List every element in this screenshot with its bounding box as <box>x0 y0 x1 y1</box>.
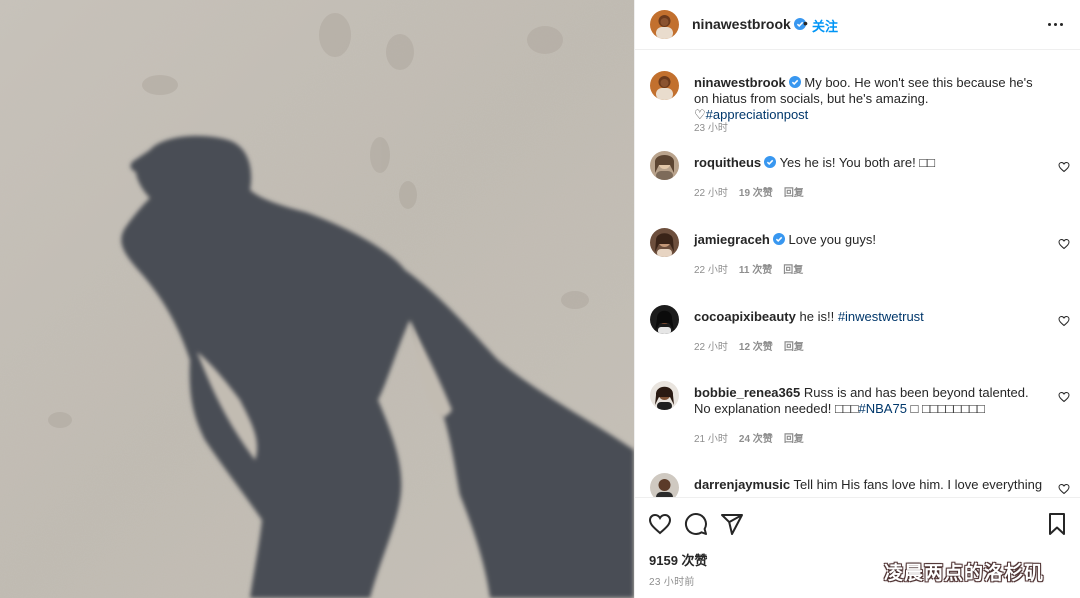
comment-message: Tell him His fans love him. I love every… <box>793 477 1043 492</box>
like-count[interactable]: 9159 次赞 <box>649 550 708 569</box>
commenter-avatar[interactable] <box>650 305 679 334</box>
reply-button[interactable]: 回复 <box>784 338 804 353</box>
author-avatar[interactable] <box>650 71 679 100</box>
author-username[interactable]: ninawestbrook <box>692 16 806 32</box>
commenter-avatar[interactable] <box>650 381 679 410</box>
reply-button[interactable]: 回复 <box>783 261 803 276</box>
comment-icon[interactable] <box>684 512 708 536</box>
commenter-avatar[interactable] <box>650 151 679 180</box>
caption-username[interactable]: ninawestbrook <box>694 75 786 90</box>
heart-icon[interactable] <box>1058 315 1070 327</box>
comment-message: Yes he is! You both are! □□ <box>779 155 936 170</box>
heart-icon[interactable] <box>648 512 672 536</box>
comment-meta: 21 小时 24 次赞 回复 <box>694 430 804 445</box>
author-avatar[interactable] <box>650 10 679 39</box>
comment-time: 21 小时 <box>694 434 728 445</box>
comment-username[interactable]: cocoapixibeauty <box>694 309 796 324</box>
comment-time: 22 小时 <box>694 342 728 353</box>
post-photo <box>0 0 634 598</box>
comment-likes[interactable]: 11 次赞 <box>739 261 772 276</box>
comment-likes[interactable]: 19 次赞 <box>739 184 773 199</box>
comment-text: darrenjaymusic Tell him His fans love hi… <box>694 477 1046 493</box>
post-sidebar: ninawestbrook • 关注 ninawestbrook My boo.… <box>634 0 1080 598</box>
more-options-icon[interactable] <box>1043 14 1067 34</box>
bookmark-icon[interactable] <box>1045 512 1069 536</box>
follow-button[interactable]: 关注 <box>812 16 838 35</box>
heart-icon[interactable] <box>1058 161 1070 173</box>
comment-text: cocoapixibeauty he is!! #inwestwetrust <box>694 309 1046 325</box>
share-icon[interactable] <box>720 512 744 536</box>
comments-list[interactable]: ninawestbrook My boo. He won't see this … <box>635 51 1080 497</box>
heart-icon[interactable] <box>1058 391 1070 403</box>
comment-message: he is!! <box>799 309 835 324</box>
comment-likes[interactable]: 24 次赞 <box>739 430 773 445</box>
comment-text: jamiegraceh Love you guys! <box>694 232 1046 248</box>
reply-button[interactable]: 回复 <box>784 184 804 199</box>
post-time: 23 小时前 <box>649 577 695 588</box>
comment-time: 22 小时 <box>694 265 728 276</box>
comment-meta: 22 小时 19 次赞 回复 <box>694 184 804 199</box>
comment-username[interactable]: jamiegraceh <box>694 232 770 247</box>
comment-meta: 22 小时 12 次赞 回复 <box>694 338 804 353</box>
commenter-avatar[interactable] <box>650 473 679 497</box>
comment-username[interactable]: darrenjaymusic <box>694 477 790 492</box>
verified-badge-icon <box>788 76 801 88</box>
comment-likes[interactable]: 12 次赞 <box>739 338 773 353</box>
heart-icon[interactable] <box>1058 483 1070 495</box>
commenter-avatar[interactable] <box>650 228 679 257</box>
verified-badge-icon <box>772 233 785 245</box>
comment-text: bobbie_renea365 Russ is and has been bey… <box>694 385 1046 417</box>
reply-button[interactable]: 回复 <box>784 430 804 445</box>
comment-username[interactable]: bobbie_renea365 <box>694 385 800 400</box>
comment-time: 22 小时 <box>694 188 728 199</box>
watermark: 凌晨两点的洛杉矶 <box>884 562 1045 584</box>
comment-hashtag[interactable]: #inwestwetrust <box>838 309 924 324</box>
comment-username[interactable]: roquitheus <box>694 155 761 170</box>
caption-time: 23 小时 <box>694 123 728 134</box>
comment-text: roquitheus Yes he is! You both are! □□ <box>694 155 1046 171</box>
verified-badge-icon <box>764 156 777 168</box>
comment-hashtag[interactable]: #NBA75 <box>859 401 907 416</box>
caption-meta: 23 小时 <box>694 119 728 134</box>
caption-text: ninawestbrook My boo. He won't see this … <box>694 75 1046 123</box>
post-header: ninawestbrook • 关注 <box>635 0 1080 50</box>
comment-message: Love you guys! <box>788 232 876 247</box>
heart-icon[interactable] <box>1058 238 1070 250</box>
comment-meta: 22 小时 11 次赞 回复 <box>694 261 803 276</box>
separator-dot: • <box>803 15 808 31</box>
comment-message-suffix: □ □□□□□□□□ <box>906 401 985 416</box>
